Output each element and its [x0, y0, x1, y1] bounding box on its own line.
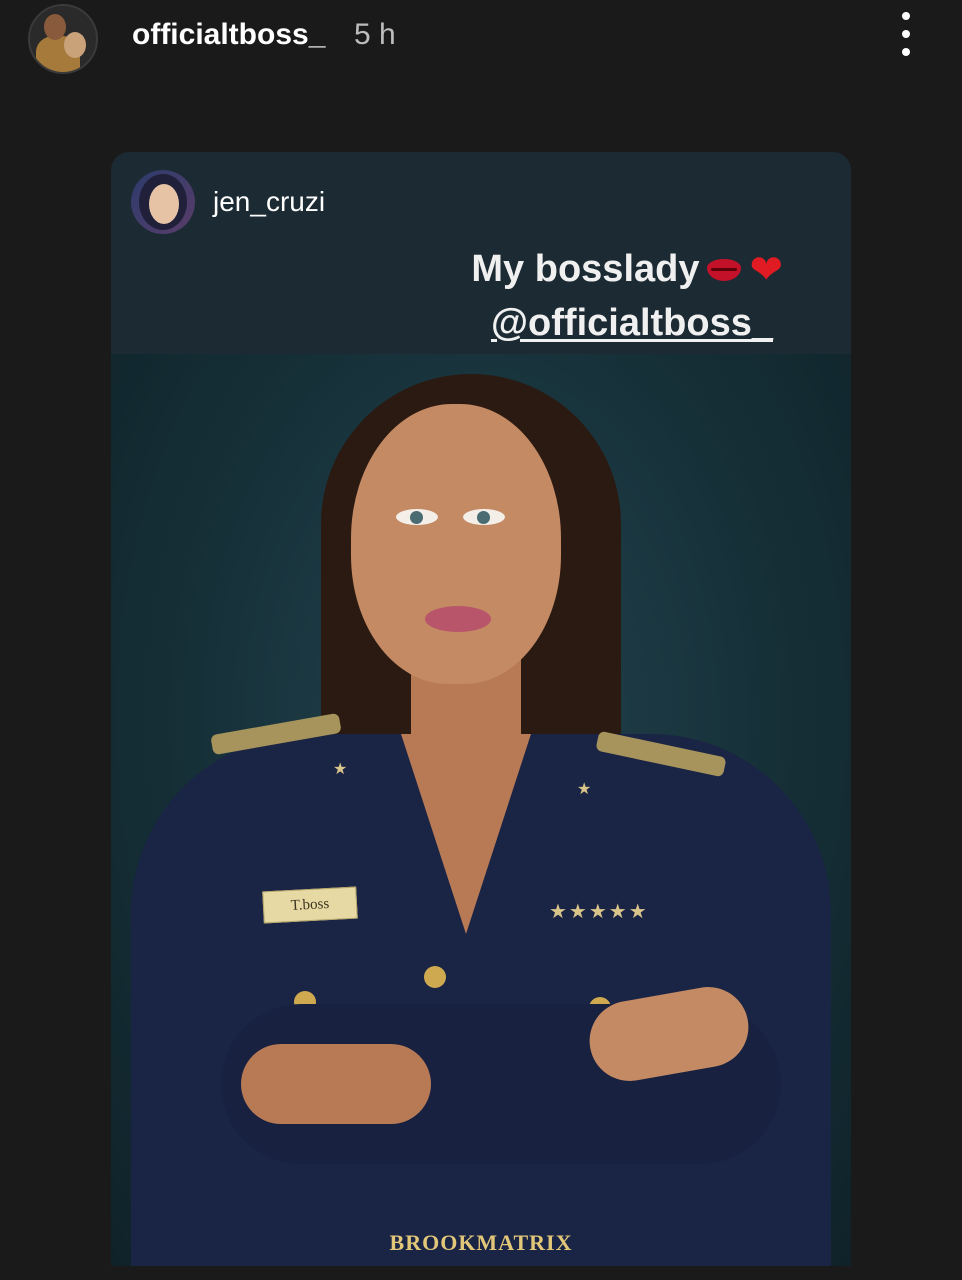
caption-line-1: My bosslady ❤	[471, 248, 783, 291]
post-photo[interactable]: ★ ★ T.boss ★★★★★ BROOKMATRIX	[111, 354, 851, 1266]
kiss-mark-icon	[707, 258, 742, 281]
story-username[interactable]: officialtboss_	[132, 18, 325, 52]
author-username[interactable]: jen_cruzi	[213, 186, 325, 218]
button-icon	[424, 966, 446, 988]
name-plate: T.boss	[262, 886, 358, 924]
star-icon: ★	[333, 761, 348, 778]
story-timestamp: 5 h	[354, 18, 396, 51]
caption-line-2: @officialtboss_	[491, 302, 773, 345]
caption-text: My bosslady	[471, 248, 700, 290]
more-vertical-icon[interactable]	[896, 12, 916, 56]
shared-post-card[interactable]: jen_cruzi My bosslady ❤ @officialtboss_ …	[111, 152, 851, 1266]
story-header: officialtboss_ 5 h	[0, 0, 962, 80]
author-avatar[interactable]	[131, 170, 195, 234]
photo-watermark: BROOKMATRIX	[389, 1230, 573, 1255]
profile-avatar[interactable]	[28, 4, 98, 74]
star-icon: ★	[577, 781, 592, 798]
red-heart-icon: ❤	[749, 247, 783, 292]
mention-link[interactable]: @officialtboss_	[491, 302, 773, 344]
rank-stars: ★★★★★	[549, 901, 649, 923]
